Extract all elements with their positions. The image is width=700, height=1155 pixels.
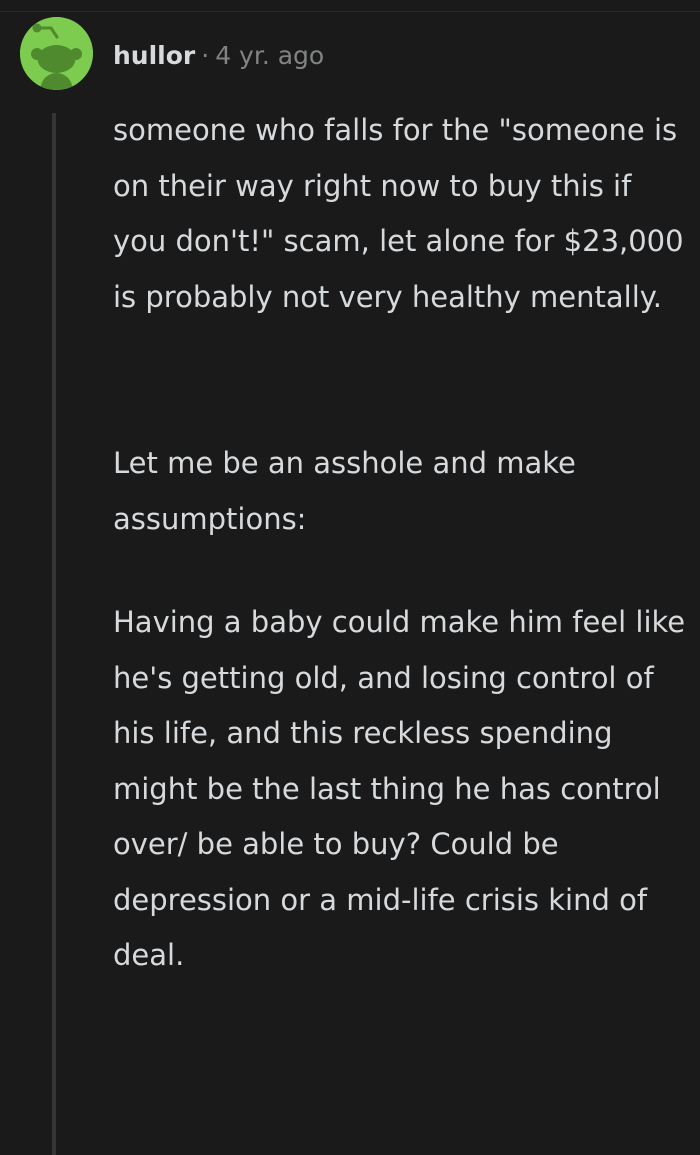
thread-collapse-line[interactable]	[52, 113, 56, 1155]
user-avatar[interactable]	[20, 17, 93, 90]
meta-separator: ·	[201, 41, 210, 70]
snoo-avatar-icon	[20, 17, 93, 90]
comment-body: someone who falls for the "someone is on…	[113, 103, 688, 984]
comment-paragraph: Having a baby could make him feel like h…	[113, 605, 695, 972]
comment-meta: hullor · 4 yr. ago	[113, 38, 324, 74]
comment-paragraph: Let me be an asshole and make assumption…	[113, 446, 586, 536]
author-username[interactable]: hullor	[113, 41, 195, 70]
comment-timestamp[interactable]: 4 yr. ago	[215, 41, 324, 70]
comment-paragraph: someone who falls for the "someone is on…	[113, 113, 693, 314]
top-divider	[0, 0, 700, 12]
